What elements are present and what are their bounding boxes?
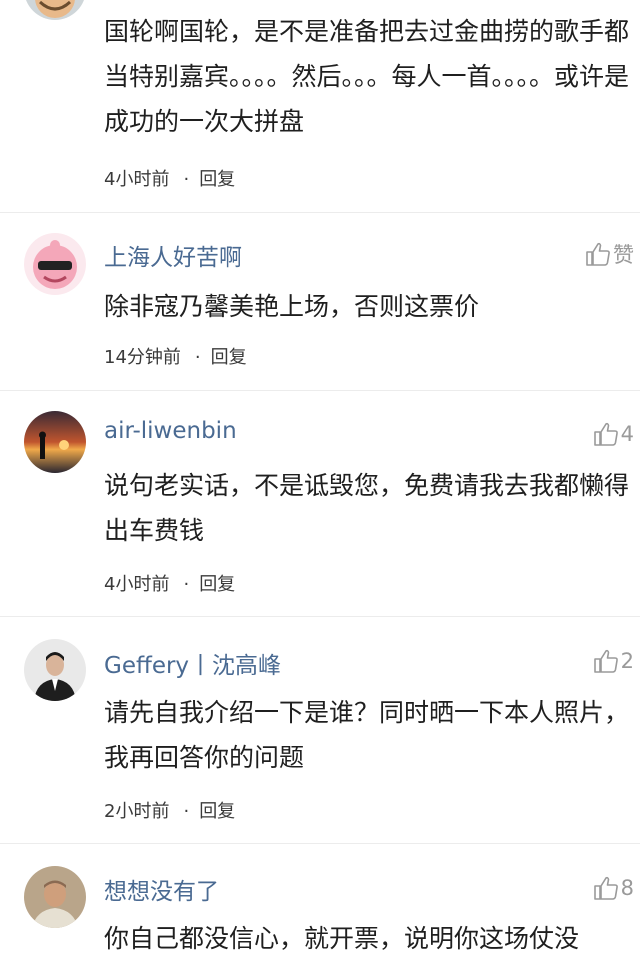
like-count: 4 — [620, 422, 634, 446]
avatar[interactable] — [24, 0, 86, 20]
reply-link[interactable]: 回复 — [199, 801, 235, 822]
comment-time: 4小时前 — [104, 169, 170, 190]
avatar[interactable] — [24, 411, 86, 473]
comment-text: 国轮啊国轮，是不是准备把去过金曲捞的歌手都当特别嘉宾。。。。然后。。。每人一首。… — [104, 17, 630, 136]
thumbs-up-icon — [593, 648, 619, 674]
comment-username[interactable]: 上海人好苦啊 — [104, 238, 242, 272]
comment-time: 14分钟前 — [104, 347, 181, 368]
thumbs-up-icon — [593, 875, 619, 901]
avatar[interactable] — [24, 866, 86, 928]
comment-time: 4小时前 — [104, 574, 170, 595]
comment-meta: 2小时前 · 回复 — [104, 801, 236, 822]
divider — [0, 390, 640, 391]
comment-text: 你自己都没信心，就开票，说明你这场仗没 — [104, 924, 580, 953]
like-button[interactable]: 2 — [593, 648, 634, 674]
comment-meta: 4小时前 · 回复 — [104, 169, 236, 190]
reply-link[interactable]: 回复 — [211, 347, 247, 368]
comment-username[interactable]: Geffery丨沈高峰 — [104, 646, 281, 680]
like-count: 2 — [620, 649, 634, 673]
like-button[interactable]: 4 — [593, 421, 634, 447]
reply-link[interactable]: 回复 — [199, 574, 235, 595]
reply-link[interactable]: 回复 — [199, 169, 235, 190]
divider — [0, 616, 640, 617]
divider — [0, 212, 640, 213]
comment-meta: 14分钟前 · 回复 — [104, 347, 247, 368]
comment-username[interactable]: air-liwenbin — [104, 418, 237, 444]
comment-text: 除非寇乃馨美艳上场，否则这票价 — [104, 292, 480, 321]
comment-time: 2小时前 — [104, 801, 170, 822]
comment-username[interactable]: 想想没有了 — [104, 872, 219, 906]
like-count: 赞 — [613, 243, 634, 267]
avatar[interactable] — [24, 233, 86, 295]
comment-text: 说句老实话，不是诋毁您，免费请我去我都懒得出车费钱 — [104, 471, 630, 545]
thumbs-up-icon — [585, 241, 611, 267]
like-count: 8 — [620, 876, 634, 900]
comment-meta: 4小时前 · 回复 — [104, 574, 236, 595]
like-button[interactable]: 赞 — [585, 239, 634, 269]
thumbs-up-icon — [593, 421, 619, 447]
divider — [0, 843, 640, 844]
like-button[interactable]: 8 — [593, 875, 634, 901]
avatar[interactable] — [24, 639, 86, 701]
comment-text: 请先自我介绍一下是谁？同时晒一下本人照片，我再回答你的问题 — [104, 698, 630, 772]
